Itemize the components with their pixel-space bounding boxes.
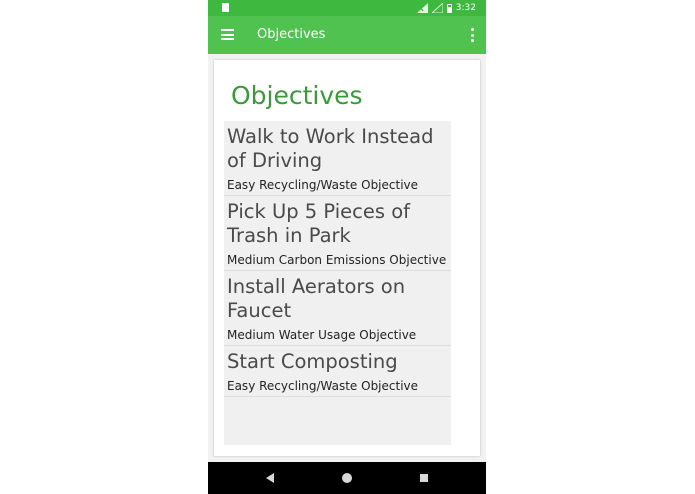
objective-title: Pick Up 5 Pieces of Trash in Park <box>227 200 411 247</box>
more-vert-icon[interactable] <box>470 28 474 42</box>
objectives-list[interactable]: Walk to Work Instead of Driving Easy Rec… <box>224 121 451 445</box>
battery-icon <box>446 3 452 13</box>
app-bar: Objectives <box>208 16 486 54</box>
list-item[interactable]: Start Composting Easy Recycling/Waste Ob… <box>224 346 451 397</box>
page-title: Objectives <box>231 81 363 110</box>
objective-subtitle: Medium Water Usage Objective <box>227 328 417 342</box>
objective-title: Start Composting <box>227 350 398 373</box>
status-time: 3:32 <box>455 3 476 13</box>
app-title: Objectives <box>257 27 326 42</box>
objective-subtitle: Easy Recycling/Waste Objective <box>227 379 419 393</box>
home-circle-icon[interactable] <box>342 473 352 483</box>
back-triangle-icon[interactable] <box>265 473 275 483</box>
status-bar: 3:32 <box>208 0 486 16</box>
list-item[interactable]: Pick Up 5 Pieces of Trash in Park Medium… <box>224 196 451 271</box>
objective-subtitle: Medium Carbon Emissions Objective <box>227 253 447 267</box>
navigation-bar <box>208 462 486 494</box>
recents-square-icon[interactable] <box>420 474 428 482</box>
wifi-icon <box>431 3 443 13</box>
objective-title: Install Aerators on Faucet <box>227 275 406 322</box>
objective-title: Walk to Work Instead of Driving <box>227 125 434 172</box>
sim-card-icon <box>222 3 229 12</box>
hamburger-menu-icon[interactable] <box>221 29 234 40</box>
list-item[interactable]: Install Aerators on Faucet Medium Water … <box>224 271 451 346</box>
objective-subtitle: Easy Recycling/Waste Objective <box>227 178 419 192</box>
status-icons: 3:32 <box>416 2 476 14</box>
phone-screen: 3:32 Objectives Objectives Walk to Work … <box>208 0 486 494</box>
objectives-card: Objectives Walk to Work Instead of Drivi… <box>214 60 480 456</box>
list-item[interactable]: Walk to Work Instead of Driving Easy Rec… <box>224 121 451 196</box>
signal-icon <box>416 3 428 13</box>
